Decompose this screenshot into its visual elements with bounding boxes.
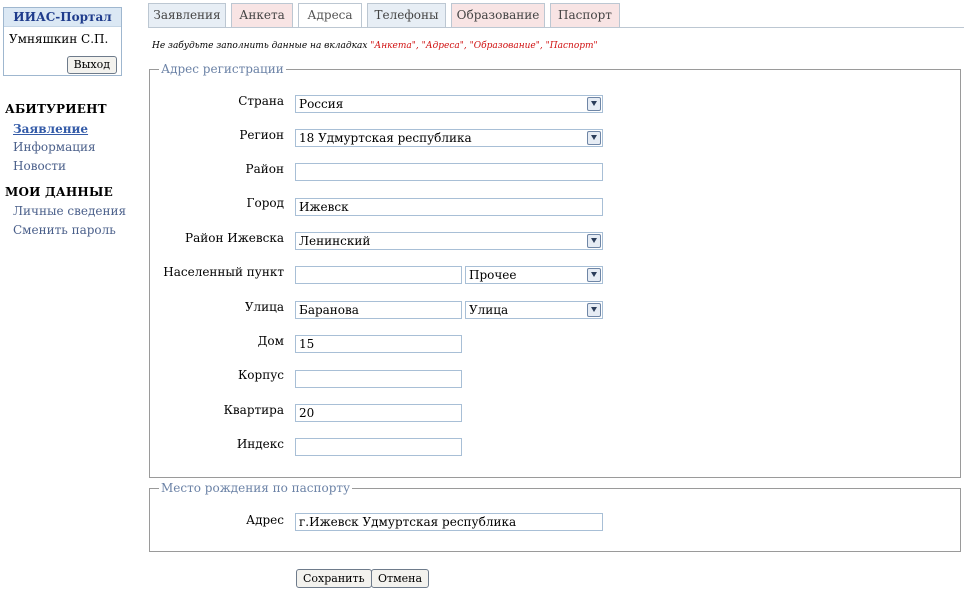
apartment-input[interactable]: 20 — [295, 404, 462, 422]
registration-address-legend: Адрес регистрации — [159, 62, 286, 76]
locality-input[interactable] — [295, 266, 462, 284]
tab-divider — [148, 27, 964, 28]
locality-type-select[interactable]: Прочее — [465, 266, 603, 284]
chevron-down-icon[interactable] — [587, 268, 601, 282]
sidebar-item-change-password[interactable]: Сменить пароль — [13, 223, 116, 237]
logout-button[interactable]: Выход — [66, 56, 117, 74]
tab-questionnaire[interactable]: Анкета — [231, 3, 293, 27]
city-district-value: Ленинский — [299, 234, 371, 248]
sidebar-item-news[interactable]: Новости — [13, 159, 66, 173]
tab-phones[interactable]: Телефоны — [367, 3, 446, 27]
city-district-select[interactable]: Ленинский — [295, 232, 603, 250]
hint-tabs: "Анкета", "Адреса", "Образование", "Пасп… — [370, 41, 598, 51]
tab-addresses[interactable]: Адреса — [298, 3, 362, 27]
reminder-hint: Не забудьте заполнить данные на вкладках… — [152, 41, 598, 51]
street-label: Улица — [244, 300, 284, 314]
index-label: Индекс — [236, 437, 284, 451]
chevron-down-icon[interactable] — [587, 303, 601, 317]
save-button[interactable]: Сохранить — [296, 569, 372, 588]
birthplace-legend: Место рождения по паспорту — [159, 481, 353, 495]
chevron-down-icon[interactable] — [587, 97, 601, 111]
sidebar-item-information[interactable]: Информация — [13, 140, 96, 154]
birthplace-address-label: Адрес — [246, 513, 284, 527]
street-type-select[interactable]: Улица — [465, 301, 603, 319]
building-input[interactable] — [295, 370, 462, 388]
district-label: Район — [245, 162, 284, 176]
sidebar-item-personal-info[interactable]: Личные сведения — [13, 204, 126, 218]
birthplace-address-input[interactable]: г.Ижевск Удмуртская республика — [295, 513, 603, 531]
locality-label: Населенный пункт — [163, 265, 284, 279]
street-type-value: Улица — [469, 303, 509, 317]
hint-prefix: Не забудьте заполнить данные на вкладках — [152, 41, 371, 51]
city-label: Город — [246, 196, 284, 210]
sidebar-item-application[interactable]: Заявление — [13, 122, 88, 136]
login-box: ИИАС-Портал Умняшкин С.П. Выход — [3, 7, 122, 76]
country-select[interactable]: Россия — [295, 95, 603, 113]
locality-type-value: Прочее — [469, 268, 517, 282]
house-input[interactable]: 15 — [295, 335, 462, 353]
section-applicant-title: АБИТУРИЕНТ — [5, 102, 107, 116]
region-label: Регион — [239, 128, 284, 142]
house-label: Дом — [257, 334, 284, 348]
district-input[interactable] — [295, 163, 603, 181]
index-input[interactable] — [295, 438, 462, 456]
region-value: 18 Удмуртская республика — [299, 131, 472, 145]
city-input[interactable]: Ижевск — [295, 198, 603, 216]
chevron-down-icon[interactable] — [587, 234, 601, 248]
apartment-label: Квартира — [223, 403, 284, 417]
country-value: Россия — [299, 97, 344, 111]
tab-applications[interactable]: Заявления — [148, 3, 226, 27]
country-label: Страна — [238, 94, 284, 108]
tab-education[interactable]: Образование — [451, 3, 545, 27]
city-district-label: Район Ижевска — [185, 231, 284, 245]
cancel-button[interactable]: Отмена — [371, 569, 430, 588]
chevron-down-icon[interactable] — [587, 131, 601, 145]
user-name: Умняшкин С.П. — [9, 32, 109, 46]
street-input[interactable]: Баранова — [295, 301, 462, 319]
section-my-data-title: МОИ ДАННЫЕ — [5, 185, 113, 199]
building-label: Корпус — [238, 368, 284, 382]
region-select[interactable]: 18 Удмуртская республика — [295, 129, 603, 147]
portal-title: ИИАС-Портал — [4, 8, 121, 27]
tab-passport[interactable]: Паспорт — [550, 3, 620, 27]
